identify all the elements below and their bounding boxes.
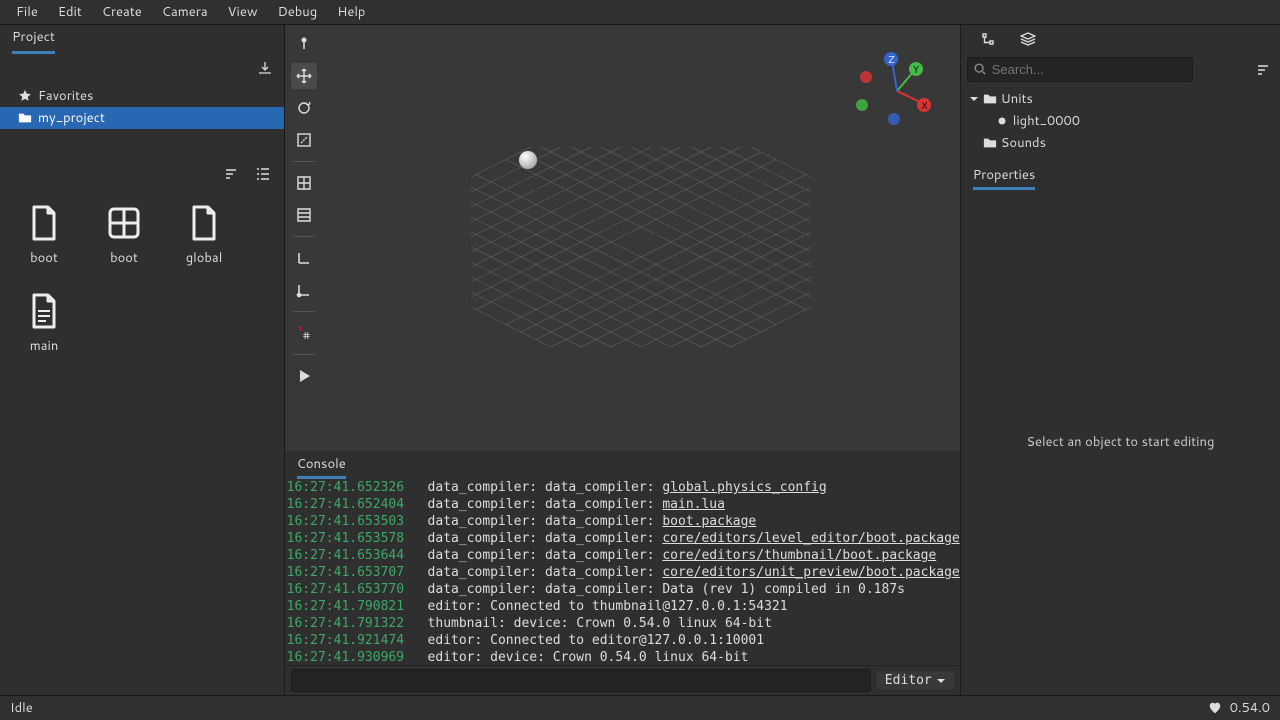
axis-gizmo[interactable]: X Y Z (852, 43, 942, 133)
asset-label: boot (110, 249, 138, 267)
play-button[interactable] (291, 363, 317, 389)
chevron-down-icon (969, 94, 979, 104)
console-tab[interactable]: Console (297, 455, 346, 473)
viewport[interactable]: *# X Y (285, 25, 960, 451)
folder-icon (983, 92, 997, 106)
layers-tab-icon[interactable] (1017, 28, 1039, 50)
asset-main[interactable]: main (24, 291, 64, 355)
viewport-canvas[interactable]: X Y Z (323, 25, 960, 451)
light-icon (995, 114, 1009, 128)
units-label: Units (1001, 90, 1033, 108)
list-view-icon[interactable] (252, 163, 274, 185)
asset-label: main (30, 337, 59, 355)
asset-boot-package[interactable]: boot (104, 203, 144, 267)
asset-label: global (186, 249, 223, 267)
project-folder-row[interactable]: my_project (0, 107, 284, 129)
sounds-label: Sounds (1001, 134, 1046, 152)
spacer-icon (969, 138, 979, 148)
snap-grid-tool[interactable] (291, 245, 317, 271)
menu-create[interactable]: Create (92, 0, 152, 24)
svg-text:X: X (921, 99, 928, 113)
favorites-row[interactable]: Favorites (0, 85, 284, 107)
rotate-tool[interactable] (291, 95, 317, 121)
asset-global[interactable]: global (184, 203, 224, 267)
file-icon (184, 203, 224, 243)
properties-tab[interactable]: Properties (973, 166, 1036, 184)
svg-text:#: # (303, 329, 310, 341)
move-tool[interactable] (291, 63, 317, 89)
project-tab[interactable]: Project (12, 28, 55, 48)
folder-icon (983, 136, 997, 150)
heart-icon[interactable] (1208, 701, 1222, 715)
snap-angle-tool[interactable] (291, 277, 317, 303)
menu-bar: File Edit Create Camera View Debug Help (0, 0, 1280, 25)
folder-icon (18, 111, 32, 125)
search-icon (973, 62, 987, 81)
script-icon (24, 291, 64, 331)
scale-tool[interactable] (291, 127, 317, 153)
status-bar: Idle 0.54.0 (0, 695, 1280, 720)
light-gizmo[interactable] (519, 151, 537, 169)
asset-boot-file[interactable]: boot (24, 203, 64, 267)
version-text: 0.54.0 (1230, 699, 1270, 717)
sort-icon[interactable] (220, 163, 242, 185)
menu-camera[interactable]: Camera (152, 0, 218, 24)
console-panel: 16:27:41.652326 data_compiler: data_comp… (285, 477, 960, 695)
chevron-down-icon (936, 676, 946, 686)
viewport-toolbar: *# (285, 25, 323, 451)
menu-file[interactable]: File (6, 0, 48, 24)
right-panel: Units light_0000 Sounds Properties Selec… (960, 25, 1280, 695)
menu-view[interactable]: View (218, 0, 268, 24)
search-input[interactable] (967, 57, 1193, 82)
hierarchy-tree: Units light_0000 Sounds (961, 86, 1280, 156)
package-icon (104, 203, 144, 243)
local-axis-tool[interactable] (291, 202, 317, 228)
svg-text:Y: Y (913, 63, 919, 77)
console-input[interactable] (291, 669, 871, 692)
left-panel: Project Favorites my_project (0, 25, 285, 695)
svg-text:Z: Z (888, 53, 895, 67)
asset-label: boot (30, 249, 58, 267)
star-icon (18, 89, 32, 103)
project-folder-label: my_project (38, 109, 105, 127)
units-group[interactable]: Units (961, 88, 1280, 110)
reference-tool[interactable]: *# (291, 320, 317, 346)
place-tool[interactable] (291, 31, 317, 57)
ground-grid (471, 147, 811, 347)
world-axis-tool[interactable] (291, 170, 317, 196)
light-item[interactable]: light_0000 (961, 110, 1280, 132)
menu-debug[interactable]: Debug (268, 0, 328, 24)
file-icon (24, 203, 64, 243)
menu-edit[interactable]: Edit (48, 0, 92, 24)
hierarchy-tab-icon[interactable] (977, 28, 999, 50)
asset-grid: boot boot global main (0, 187, 284, 695)
filter-icon[interactable] (1252, 59, 1274, 81)
sounds-group[interactable]: Sounds (961, 132, 1280, 154)
status-text: Idle (10, 699, 33, 717)
console-output[interactable]: 16:27:41.652326 data_compiler: data_comp… (285, 477, 960, 665)
import-icon[interactable] (254, 57, 276, 79)
light-label: light_0000 (1013, 112, 1080, 130)
console-scope-selector[interactable]: Editor (877, 671, 954, 690)
favorites-label: Favorites (38, 87, 93, 105)
properties-empty: Select an object to start editing (961, 188, 1280, 695)
menu-help[interactable]: Help (327, 0, 375, 24)
